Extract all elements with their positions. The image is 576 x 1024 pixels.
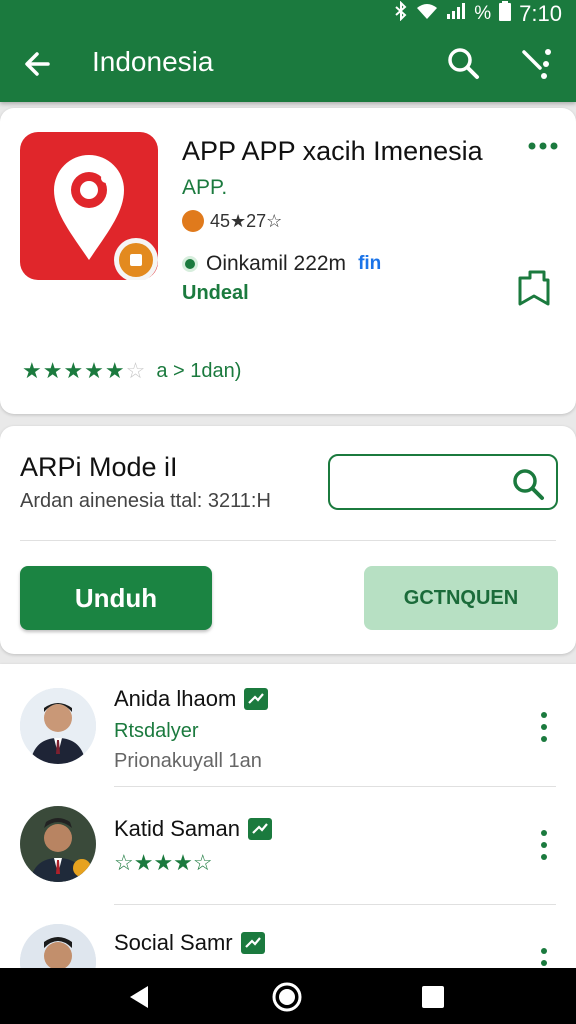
avatar xyxy=(20,924,96,974)
nav-home-icon[interactable] xyxy=(270,980,304,1014)
more-vert-icon[interactable] xyxy=(534,710,554,744)
person-detail: Prionakuyall 1an xyxy=(114,750,262,772)
avatar xyxy=(20,806,96,882)
person-subtitle: Rtsdalyer xyxy=(114,720,199,742)
person-name: Katid Saman xyxy=(114,816,272,842)
secondary-button[interactable]: GCTNQUEN xyxy=(364,566,558,630)
person-name-text: Anida lhaom xyxy=(114,686,237,711)
verified-icon xyxy=(244,688,269,710)
list-item[interactable]: Social Samr xyxy=(0,922,576,974)
stars-faded: ☆ xyxy=(125,358,147,383)
download-button[interactable]: Unduh xyxy=(20,566,212,630)
divider xyxy=(114,786,556,787)
page-title: Indonesia xyxy=(92,46,214,77)
model-card: ARPi Mode iI Ardan ainenesia ttal: 3211:… xyxy=(0,426,576,654)
model-subtitle: Ardan ainenesia ttal: 3211:H xyxy=(20,490,271,512)
search-icon[interactable] xyxy=(508,464,548,504)
more-options-icon[interactable] xyxy=(526,136,560,156)
battery-icon xyxy=(499,1,512,27)
list-item[interactable]: Anida lhaom Rtsdalyer Prionakuyall 1an xyxy=(0,684,576,800)
wifi-icon xyxy=(416,2,438,26)
person-name: Social Samr xyxy=(114,930,265,956)
stars-text: a > 1dan) xyxy=(156,359,242,382)
verified-icon xyxy=(240,932,265,954)
app-card: APP APP xacih Imenesia APP. 45★27☆ Oinka… xyxy=(0,108,576,414)
list-item[interactable]: Katid Saman ☆★★★☆ xyxy=(0,804,576,920)
system-nav-bar xyxy=(0,968,576,1024)
app-installs: Oinkamil 222m fin xyxy=(182,252,381,276)
battery-percent: % xyxy=(474,3,492,24)
app-rating: 45★27☆ xyxy=(182,210,282,232)
star-rating: ★★★★★☆ xyxy=(22,358,146,384)
bookmark-icon[interactable] xyxy=(516,268,552,308)
person-name-text: Katid Saman xyxy=(114,816,240,841)
installs-tag: fin xyxy=(358,253,382,274)
rating-badge-icon xyxy=(182,210,204,232)
stars-filled: ★★★★★ xyxy=(22,358,126,383)
model-title: ARPi Mode iI xyxy=(20,452,178,482)
more-vert-icon[interactable] xyxy=(534,828,554,862)
app-status: Undeal xyxy=(182,282,249,304)
search-input[interactable] xyxy=(340,466,500,498)
rating-text: 45★27☆ xyxy=(210,210,283,231)
back-icon[interactable] xyxy=(18,44,58,84)
bluetooth-icon xyxy=(394,0,408,27)
app-developer[interactable]: APP. xyxy=(182,176,227,200)
divider xyxy=(114,904,556,905)
clock: 7:10 xyxy=(519,1,562,26)
search-icon[interactable] xyxy=(444,44,484,84)
app-stars-row: ★★★★★☆ a > 1dan) xyxy=(22,358,241,384)
app-icon[interactable] xyxy=(20,132,158,282)
signal-icon xyxy=(446,2,466,26)
divider xyxy=(20,540,556,541)
model-search-box[interactable] xyxy=(328,454,558,510)
nav-recents-icon[interactable] xyxy=(420,984,446,1010)
more-menu-icon[interactable] xyxy=(518,44,558,84)
verified-icon xyxy=(247,818,272,840)
app-bar: % 7:10 Indonesia xyxy=(0,0,576,102)
avatar xyxy=(20,688,96,764)
person-name-text: Social Samr xyxy=(114,930,233,955)
nav-back-icon[interactable] xyxy=(124,982,154,1012)
person-name: Anida lhaom xyxy=(114,686,269,712)
app-title: APP APP xacih Imenesia xyxy=(182,136,483,166)
installs-text: Oinkamil 222m xyxy=(206,252,347,275)
people-list: Anida lhaom Rtsdalyer Prionakuyall 1an K… xyxy=(0,664,576,974)
person-rating: ☆★★★☆ xyxy=(114,850,213,875)
status-bar: % 7:10 xyxy=(0,0,576,27)
installs-dot-icon xyxy=(182,256,198,272)
